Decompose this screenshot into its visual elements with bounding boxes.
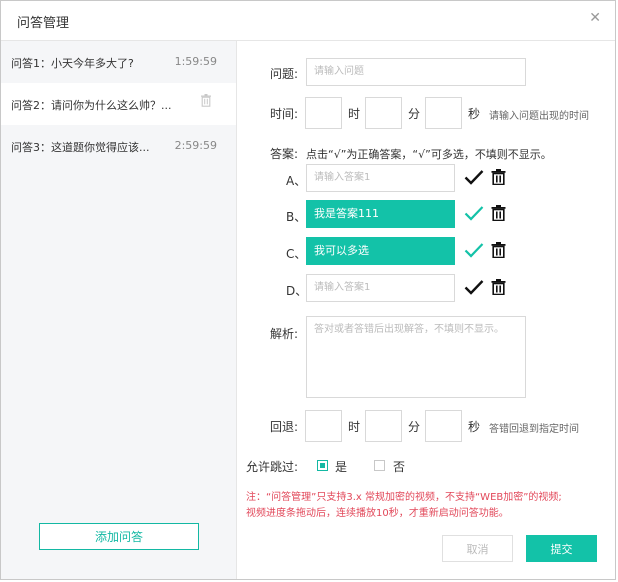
question-item-time: 1:59:59 bbox=[174, 55, 217, 68]
allow-skip-no-label: 否 bbox=[393, 460, 406, 474]
question-item-3[interactable]: 问答3：这道题你觉得应该... 2:59:59 bbox=[1, 125, 236, 167]
note-line-1: 注：“问答管理”只支持3.x 常规加密的视频，不支持“WEB加密”的视频; bbox=[246, 492, 562, 503]
dialog-header: 问答管理 ✕ bbox=[1, 1, 615, 41]
dialog-title: 问答管理 bbox=[17, 16, 70, 31]
answer-b-letter: B、 bbox=[286, 210, 307, 224]
question-item-text: 问答3：这道题你觉得应该... bbox=[11, 141, 150, 154]
question-item-time: 2:59:59 bbox=[174, 139, 217, 152]
check-icon[interactable] bbox=[464, 279, 484, 299]
submit-button[interactable]: 提交 bbox=[526, 535, 597, 562]
answer-a-letter: A、 bbox=[286, 174, 307, 188]
close-icon[interactable]: ✕ bbox=[589, 10, 601, 26]
check-icon[interactable] bbox=[464, 205, 484, 225]
question-item-2[interactable]: 问答2：请问你为什么这么帅？... bbox=[1, 83, 236, 125]
question-label: 问题: bbox=[270, 67, 299, 81]
time-hint: 请输入问题出现的时间 bbox=[489, 111, 589, 122]
rewind-hour-unit: 时 bbox=[348, 420, 361, 434]
rewind-minute-input[interactable] bbox=[365, 410, 402, 442]
rewind-second-input[interactable] bbox=[425, 410, 462, 442]
allow-skip-yes-radio[interactable] bbox=[317, 460, 328, 471]
time-label: 时间: bbox=[270, 107, 299, 121]
trash-icon[interactable] bbox=[200, 94, 212, 110]
time-hour-input[interactable] bbox=[305, 97, 342, 129]
qa-dialog: 问答管理 ✕ 问答1：小天今年多大了? 1:59:59 问答2：请问你为什么这么… bbox=[0, 0, 616, 580]
rewind-second-unit: 秒 bbox=[468, 420, 481, 434]
answer-label: 答案: bbox=[270, 147, 299, 161]
rewind-minute-unit: 分 bbox=[408, 420, 421, 434]
cancel-button[interactable]: 取消 bbox=[442, 535, 513, 562]
analysis-textarea[interactable]: 答对或者答错后出现解答，不填则不显示。 bbox=[306, 316, 526, 398]
trash-icon[interactable] bbox=[491, 279, 506, 299]
time-hour-unit: 时 bbox=[348, 107, 361, 121]
question-item-text: 问答1：小天今年多大了? bbox=[11, 57, 134, 70]
question-input[interactable]: 请输入问题 bbox=[306, 58, 526, 86]
answer-c-input[interactable]: 我可以多选 bbox=[306, 237, 455, 265]
time-second-input[interactable] bbox=[425, 97, 462, 129]
add-question-button[interactable]: 添加问答 bbox=[39, 523, 199, 550]
check-icon[interactable] bbox=[464, 169, 484, 189]
trash-icon[interactable] bbox=[491, 205, 506, 225]
answer-a-input[interactable]: 请输入答案1 bbox=[306, 164, 455, 192]
allow-skip-yes-label: 是 bbox=[335, 460, 348, 474]
answer-c-letter: C、 bbox=[286, 247, 307, 261]
question-item-1[interactable]: 问答1：小天今年多大了? 1:59:59 bbox=[1, 41, 236, 83]
allow-skip-label: 允许跳过: bbox=[246, 460, 299, 474]
analysis-label: 解析: bbox=[270, 327, 299, 341]
allow-skip-no-radio[interactable] bbox=[374, 460, 385, 471]
trash-icon[interactable] bbox=[491, 169, 506, 189]
trash-icon[interactable] bbox=[491, 242, 506, 262]
time-minute-input[interactable] bbox=[365, 97, 402, 129]
rewind-hint: 答错回退到指定时间 bbox=[489, 424, 579, 435]
rewind-hour-input[interactable] bbox=[305, 410, 342, 442]
answer-d-input[interactable]: 请输入答案1 bbox=[306, 274, 455, 302]
rewind-label: 回退: bbox=[270, 420, 299, 434]
check-icon[interactable] bbox=[464, 242, 484, 262]
time-minute-unit: 分 bbox=[408, 107, 421, 121]
question-list: 问答1：小天今年多大了? 1:59:59 问答2：请问你为什么这么帅？... 问… bbox=[1, 41, 237, 579]
note-line-2: 视频进度条拖动后，连续播放10秒，才重新启动问答功能。 bbox=[246, 508, 509, 519]
time-second-unit: 秒 bbox=[468, 107, 481, 121]
question-item-text: 问答2：请问你为什么这么帅？... bbox=[11, 99, 172, 112]
answer-d-letter: D、 bbox=[286, 284, 308, 298]
answer-instruction: 点击“√”为正确答案，“√”可多选，不填则不显示。 bbox=[306, 148, 552, 161]
answer-b-input[interactable]: 我是答案111 bbox=[306, 200, 455, 228]
